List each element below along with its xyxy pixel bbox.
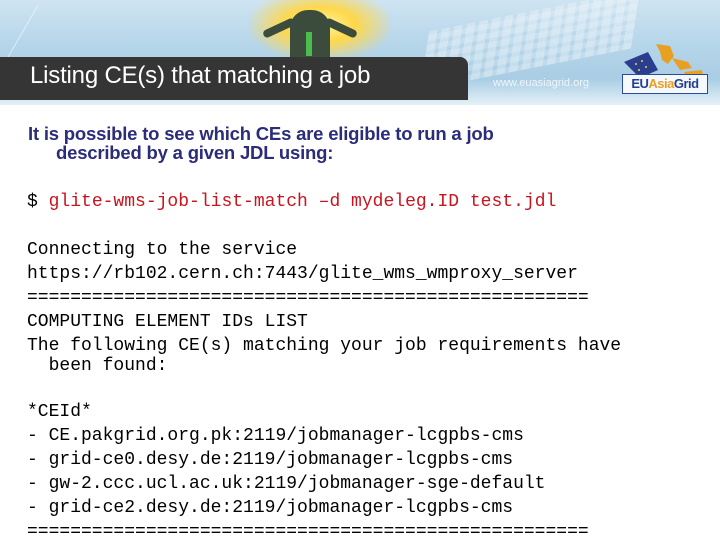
command-line: $ glite-wms-job-list-match –d mydeleg.ID… [27, 192, 556, 212]
ce-list-item: - gw-2.ccc.ucl.ac.uk:2119/jobmanager-sge… [27, 474, 546, 494]
site-url: www.euasiagrid.org [493, 77, 589, 89]
ce-list-item: - CE.pakgrid.org.pk:2119/jobmanager-lcgp… [27, 426, 524, 446]
logo-asia: Asia [648, 76, 674, 91]
command-text: glite-wms-job-list-match –d mydeleg.ID t… [48, 192, 557, 212]
intro-line-1: It is possible to see which CEs are elig… [28, 123, 494, 144]
intro-paragraph: It is possible to see which CEs are elig… [28, 124, 688, 162]
logo-eu: EU [631, 76, 649, 91]
output-separator: ========================================… [27, 288, 589, 308]
intro-line-2: described by a given JDL using: [56, 142, 334, 163]
shell-prompt: $ [27, 192, 49, 212]
ce-list-item: - grid-ce2.desy.de:2119/jobmanager-lcgpb… [27, 498, 514, 518]
output-found-line-1: The following CE(s) matching your job re… [27, 336, 622, 356]
output-end-separator: ========================================… [27, 522, 589, 542]
output-ceid-header: *CEId* [27, 402, 92, 422]
output-list-title: COMPUTING ELEMENT IDs LIST [27, 312, 308, 332]
ce-list-item: - grid-ce0.desy.de:2119/jobmanager-lcgpb… [27, 450, 514, 470]
output-service-url: https://rb102.cern.ch:7443/glite_wms_wmp… [27, 264, 578, 284]
logo-grid: Grid [673, 76, 699, 91]
asia-map-shape [656, 44, 674, 64]
figure-tie [306, 32, 312, 56]
euasiagrid-logo: EUAsiaGrid [622, 74, 708, 94]
output-connecting: Connecting to the service [27, 240, 298, 260]
slide-title: Listing CE(s) that matching a job [30, 62, 371, 89]
output-found-line-2: been found: [27, 356, 168, 376]
